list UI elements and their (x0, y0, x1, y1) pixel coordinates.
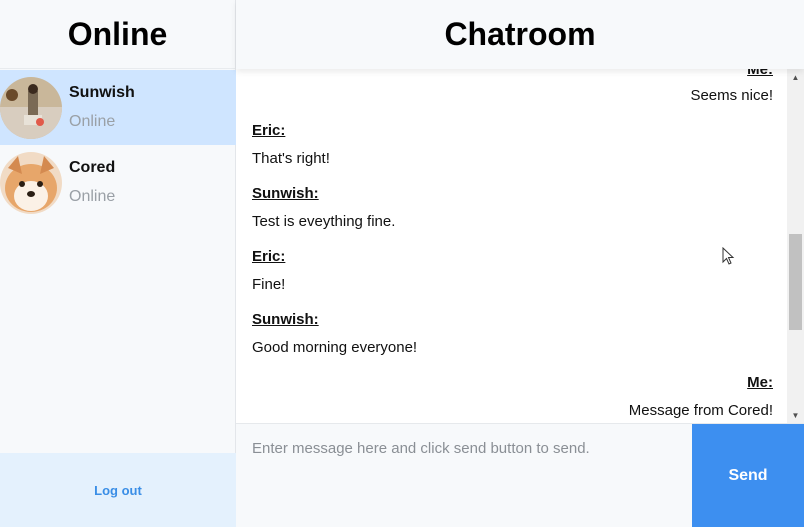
message-text: Fine! (252, 276, 286, 293)
message-text: Seems nice! (690, 87, 773, 104)
message-sender: Me: (747, 69, 773, 78)
message-text: Good morning everyone! (252, 339, 418, 356)
message-sender: Sunwish: (252, 185, 319, 202)
chat-main: Chatroom Me: Seems nice! Eric: That's ri… (236, 0, 804, 527)
scroll-down-arrow-icon[interactable]: ▼ (787, 407, 804, 423)
chat-app: Online Sunwish Online Cored Online Log o… (0, 0, 804, 527)
message-sender: Me: (747, 374, 773, 391)
message-list[interactable]: Me: Seems nice! Eric: That's right! Sunw… (236, 69, 804, 423)
logout-area: Log out (0, 453, 236, 527)
message-scrollbar[interactable]: ▲ ▼ (787, 69, 804, 423)
avatar-cored (0, 151, 62, 214)
online-sidebar: Online Sunwish Online Cored Online Log o… (0, 0, 236, 527)
logout-link[interactable]: Log out (94, 483, 142, 498)
message-input[interactable] (236, 424, 692, 527)
chat-header: Chatroom (236, 0, 804, 69)
user-item-sunwish[interactable]: Sunwish Online (0, 70, 236, 145)
scroll-thumb[interactable] (789, 234, 802, 330)
avatar-sunwish (0, 76, 62, 139)
mouse-cursor-icon (722, 247, 735, 265)
message-sender: Eric: (252, 248, 286, 265)
chat-title: Chatroom (444, 16, 596, 52)
user-status: Online (69, 113, 116, 130)
user-item-cored[interactable]: Cored Online (0, 145, 236, 220)
message-text: Message from Cored! (628, 402, 773, 419)
composer: Send (236, 423, 804, 527)
user-text-sunwish: Sunwish Online (69, 83, 135, 132)
user-text-cored: Cored Online (69, 158, 115, 207)
sidebar-title: Online (67, 15, 168, 52)
message-text: Test is eveything fine. (252, 213, 396, 230)
user-name: Cored (69, 159, 116, 176)
user-status: Online (69, 188, 116, 205)
send-button[interactable]: Send (692, 424, 804, 527)
message-text: That's right! (252, 150, 330, 167)
message-sender: Sunwish: (252, 311, 319, 328)
sidebar-header: Online (0, 0, 235, 69)
message-sender: Eric: (252, 122, 286, 139)
scroll-up-arrow-icon[interactable]: ▲ (787, 69, 804, 85)
user-name: Sunwish (69, 84, 135, 101)
